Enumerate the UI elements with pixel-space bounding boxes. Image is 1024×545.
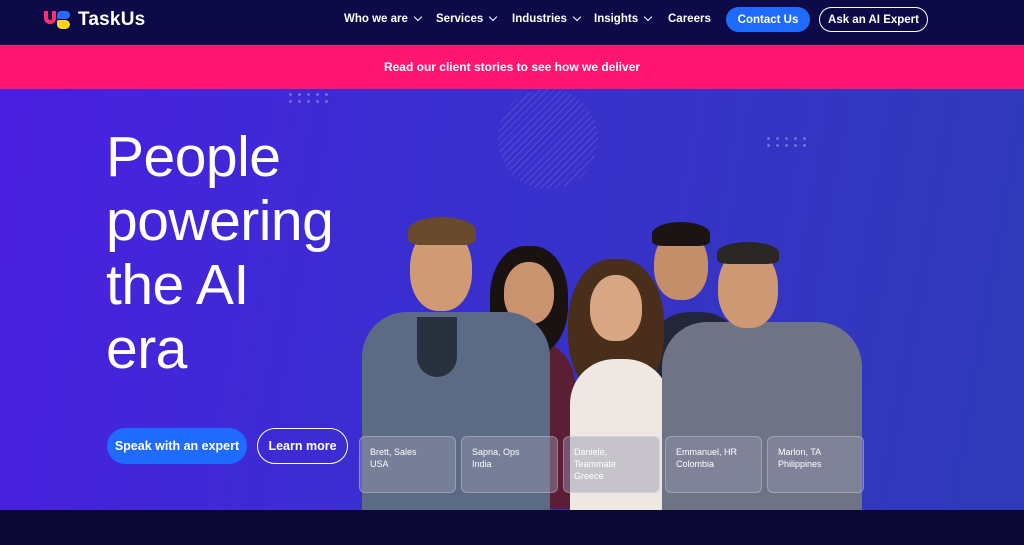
hero-section: People powering the AI era Speak with an… — [0, 89, 1024, 510]
chevron-down-icon — [413, 12, 423, 22]
person-card-location: India — [472, 459, 492, 469]
person-card-daniele: Daniele, Teammate Greece — [563, 436, 660, 493]
learn-more-button[interactable]: Learn more — [257, 428, 348, 464]
chevron-down-icon — [572, 12, 582, 22]
nav-item-services[interactable]: Services — [436, 12, 498, 25]
client-stories-banner[interactable]: Read our client stories to see how we de… — [0, 45, 1024, 89]
person-card-role: Teammate — [574, 459, 617, 469]
hero-title-line: the AI — [106, 253, 249, 317]
person-card-location: Greece — [574, 471, 604, 481]
nav-item-label: Who we are — [344, 13, 408, 25]
decorative-dots — [286, 91, 332, 105]
person-card-name: Marlon, TA — [778, 447, 822, 457]
person-card-brett: Brett, Sales USA — [359, 436, 456, 493]
nav-item-label: Services — [436, 13, 484, 25]
decorative-dots — [764, 135, 810, 149]
brand-name: TaskUs — [78, 9, 146, 30]
hero-title-line: era — [106, 317, 187, 381]
taskus-logo[interactable]: TaskUs — [44, 9, 145, 31]
nav-item-label: Insights — [594, 13, 639, 25]
person-card-emmanuel: Emmanuel, HR Colombia — [665, 436, 762, 493]
hero-title-line: People — [106, 125, 281, 189]
person-card-sapna: Sapna, Ops India — [461, 436, 558, 493]
person-card-name: Sapna, Ops — [472, 447, 520, 457]
page-bottom-strip — [0, 510, 1024, 545]
banner-text[interactable]: Read our client stories to see how we de… — [384, 60, 640, 74]
nav-item-label: Careers — [668, 13, 711, 25]
nav-item-label: Industries — [512, 13, 567, 25]
speak-with-expert-button[interactable]: Speak with an expert — [107, 428, 247, 464]
person-card-location: Colombia — [676, 459, 715, 469]
decorative-stripes — [498, 89, 598, 189]
nav-item-who-we-are[interactable]: Who we are — [344, 12, 423, 25]
nav-item-industries[interactable]: Industries — [512, 12, 582, 25]
person-card-name: Daniele, — [574, 447, 608, 457]
taskus-logo-icon — [44, 10, 72, 30]
chevron-down-icon — [489, 12, 498, 22]
top-navigation: TaskUs Who we are Services Industries In… — [0, 0, 1024, 45]
person-card-location: USA — [370, 459, 389, 469]
person-card-location: Philippines — [778, 459, 822, 469]
hero-title: People powering the AI era — [106, 125, 406, 381]
person-card-name: Emmanuel, HR — [676, 447, 738, 457]
chevron-down-icon — [643, 12, 653, 22]
hero-title-line: powering — [106, 189, 334, 253]
ask-ai-expert-button[interactable]: Ask an AI Expert — [819, 7, 928, 32]
nav-item-careers[interactable]: Careers — [668, 13, 711, 25]
nav-item-insights[interactable]: Insights — [594, 12, 653, 25]
person-card-name: Brett, Sales — [370, 447, 417, 457]
contact-us-button[interactable]: Contact Us — [726, 7, 810, 32]
person-card-marlon: Marlon, TA Philippines — [767, 436, 864, 493]
